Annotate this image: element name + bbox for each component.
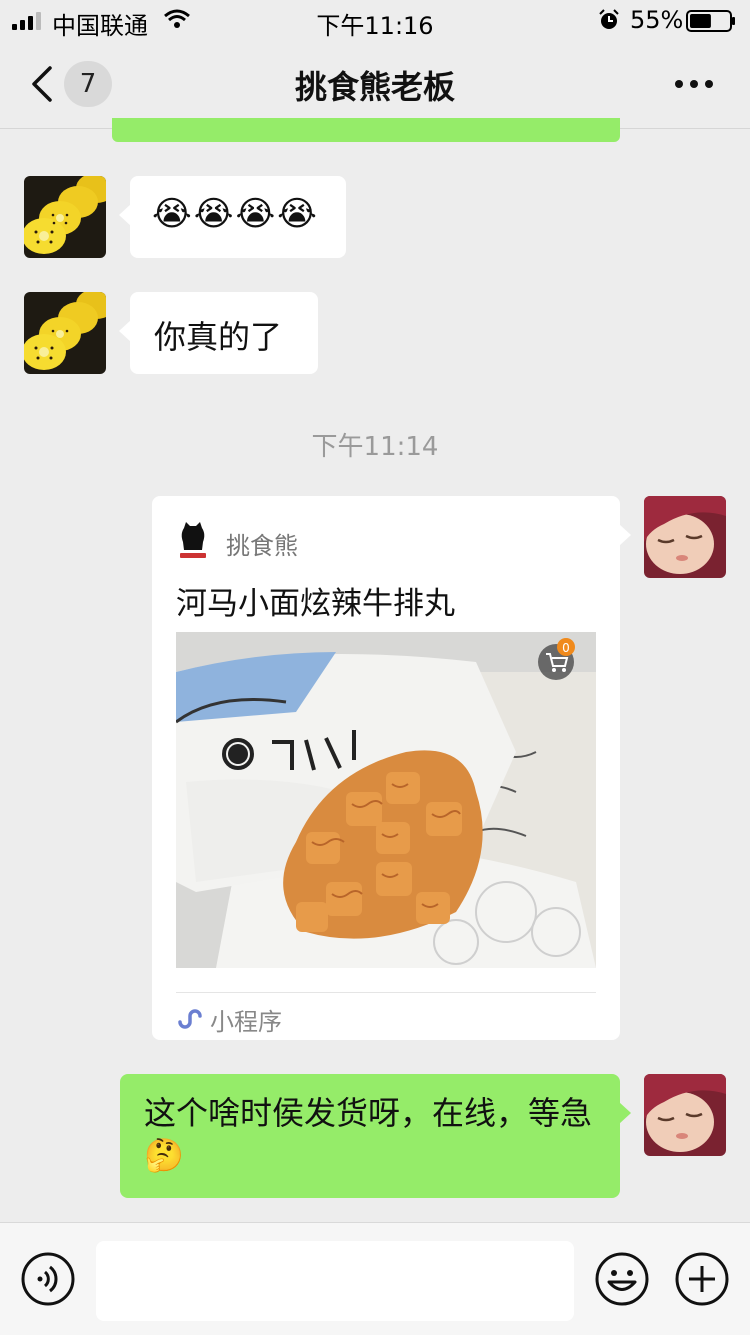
message-text: 😭😭😭😭 — [152, 194, 319, 234]
plus-circle-icon[interactable] — [674, 1251, 730, 1307]
voice-icon[interactable] — [20, 1251, 76, 1307]
contact-avatar[interactable] — [24, 292, 106, 374]
product-image: 0 — [176, 632, 596, 968]
product-photo: 0 — [176, 632, 596, 968]
more-horizontal-icon[interactable] — [674, 78, 714, 90]
message-bubble-received[interactable]: 😭😭😭😭 — [119, 176, 346, 258]
message-text: 你真的了 — [154, 318, 283, 356]
kiwi-avatar-image — [24, 292, 106, 374]
message-bubble-sent[interactable]: 这个啥时侯发货呀，在线，等急🤔 — [120, 1074, 631, 1198]
bear-logo-icon — [180, 522, 206, 558]
emoji-icon[interactable] — [594, 1251, 650, 1307]
battery-icon — [686, 10, 735, 32]
chat-timestamp: 下午11:14 — [311, 432, 439, 462]
contact-avatar[interactable] — [24, 176, 106, 258]
input-bar — [0, 1222, 750, 1335]
chat-title: 挑食熊老板 — [294, 68, 455, 106]
status-bar: 中国联通 下午11:16 55% — [0, 0, 750, 40]
my-avatar[interactable] — [644, 1074, 726, 1156]
message-input[interactable] — [96, 1241, 574, 1321]
message-text: 这个啥时侯发货呀，在线，等急🤔 — [144, 1094, 593, 1174]
card-source-name: 挑食熊 — [226, 532, 298, 560]
battery-percent: 55% — [630, 6, 684, 34]
kiwi-avatar-image — [24, 176, 106, 258]
message-bubble-received[interactable]: 你真的了 — [119, 292, 318, 374]
card-divider — [176, 992, 596, 993]
mini-program-card[interactable]: 挑食熊 河马小面炫辣牛排丸 0 小程序 — [152, 496, 631, 1040]
alarm-icon — [599, 9, 619, 29]
baby-avatar-image — [644, 496, 726, 578]
cart-count: 0 — [562, 641, 570, 655]
my-avatar[interactable] — [644, 496, 726, 578]
mini-program-label: 小程序 — [210, 1008, 282, 1036]
mini-program-icon — [178, 1009, 202, 1029]
baby-avatar-image — [644, 1074, 726, 1156]
card-title: 河马小面炫辣牛排丸 — [176, 586, 455, 622]
nav-bar: 7 挑食熊老板 — [0, 40, 750, 129]
previous-message-bubble — [112, 118, 620, 142]
